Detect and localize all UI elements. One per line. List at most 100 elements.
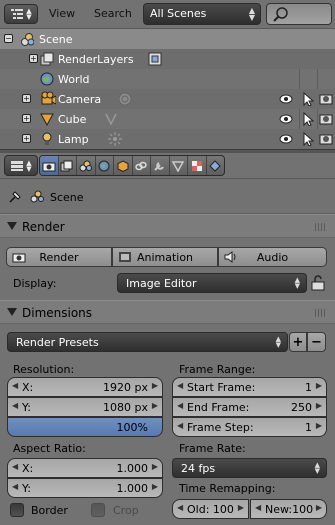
tab-modifiers[interactable] <box>151 156 170 175</box>
chevron-updown-icon: ▲ ▼ <box>294 276 300 290</box>
aspect-x-field[interactable]: ◀ X: 1.000 ▶ <box>7 458 163 478</box>
editor-type-button[interactable]: ▲ ▼ <box>4 155 38 176</box>
add-preset-button[interactable]: + <box>289 332 307 352</box>
select-cursor-icon[interactable] <box>301 92 315 106</box>
crop-checkbox[interactable] <box>91 503 105 517</box>
drag-grip-icon[interactable] <box>315 309 327 317</box>
outliner-header: ▲ ▼ View Search All Scenes ▲ ▼ <box>0 0 335 29</box>
render-layer-icon[interactable] <box>148 52 162 66</box>
increment-arrow-icon[interactable]: ▶ <box>316 381 322 390</box>
render-camera-icon[interactable] <box>319 132 333 146</box>
increment-arrow-icon[interactable]: ▶ <box>238 503 244 512</box>
expand-icon[interactable]: + <box>22 94 31 103</box>
visibility-eye-icon[interactable] <box>279 112 293 126</box>
lamp-data-icon[interactable] <box>108 132 122 146</box>
renderlayers-icon <box>60 160 73 171</box>
time-remap-new-field[interactable]: ◀ New:100 ▶ <box>250 499 327 519</box>
increment-arrow-icon[interactable]: ▶ <box>316 401 322 410</box>
end-frame-field[interactable]: ◀ End Frame: 250 ▶ <box>172 397 327 417</box>
dimensions-panel-body: Render Presets ▲ ▼ + − Resolution: ◀ X: 1… <box>0 324 335 525</box>
tab-material[interactable] <box>188 156 207 175</box>
remove-preset-button[interactable]: − <box>307 332 326 352</box>
increment-arrow-icon[interactable]: ▶ <box>316 503 322 512</box>
scene-icon <box>21 33 34 46</box>
frame-step-field[interactable]: ◀ Frame Step: 1 ▶ <box>172 417 327 437</box>
decrement-arrow-icon[interactable]: ◀ <box>12 462 18 471</box>
aspect-y-field[interactable]: ◀ Y: 1.000 ▶ <box>7 478 163 498</box>
render-camera-icon[interactable] <box>319 112 333 126</box>
tree-row-cube[interactable]: + Cube <box>0 109 335 129</box>
dimensions-panel-header[interactable]: Dimensions <box>0 300 335 324</box>
increment-arrow-icon[interactable]: ▶ <box>152 401 158 410</box>
resolution-label: Resolution: <box>13 363 75 376</box>
resolution-x-field[interactable]: ◀ X: 1920 px ▶ <box>7 377 163 397</box>
resolution-percentage-slider[interactable]: 100% <box>7 417 163 437</box>
select-cursor-icon[interactable] <box>301 132 315 146</box>
render-presets-dropdown[interactable]: Render Presets ▲ ▼ <box>7 332 288 352</box>
menu-search[interactable]: Search <box>94 7 132 20</box>
plus-icon: + <box>292 334 304 350</box>
expand-icon[interactable]: + <box>22 114 31 123</box>
decrement-arrow-icon[interactable]: ◀ <box>177 401 183 410</box>
resolution-y-field[interactable]: ◀ Y: 1080 px ▶ <box>7 397 163 417</box>
tab-constraints[interactable] <box>133 156 151 175</box>
increment-arrow-icon[interactable]: ▶ <box>316 421 322 430</box>
decrement-arrow-icon[interactable]: ◀ <box>12 401 18 410</box>
render-button[interactable]: Render <box>6 247 112 267</box>
editor-type-button[interactable]: ▲ ▼ <box>4 4 38 24</box>
border-checkbox[interactable] <box>10 503 24 517</box>
drag-grip-icon[interactable] <box>315 223 327 231</box>
tree-label-renderlayers: RenderLayers <box>58 53 134 66</box>
aspect-x-value: 1.000 <box>116 462 149 475</box>
increment-arrow-icon[interactable]: ▶ <box>152 381 158 390</box>
expand-icon[interactable]: + <box>22 134 31 143</box>
tab-render-layers[interactable] <box>59 156 77 175</box>
frame-rate-label: Frame Rate: <box>179 442 246 455</box>
mesh-data-icon[interactable] <box>104 112 118 126</box>
animation-button[interactable]: Animation <box>112 247 218 267</box>
decrement-arrow-icon[interactable]: ◀ <box>12 482 18 491</box>
camera-data-icon[interactable] <box>118 92 132 106</box>
decrement-arrow-icon[interactable]: ◀ <box>177 421 183 430</box>
tree-row-world[interactable]: World <box>0 69 335 89</box>
decrement-arrow-icon[interactable]: ◀ <box>12 381 18 390</box>
menu-view[interactable]: View <box>49 7 75 20</box>
time-remap-old-field[interactable]: ◀ Old: 100 ▶ <box>172 499 249 519</box>
decrement-arrow-icon[interactable]: ◀ <box>255 503 261 512</box>
decrement-arrow-icon[interactable]: ◀ <box>177 381 183 390</box>
outliner-tree: − Scene + RenderLayers World + Camera + … <box>0 29 335 149</box>
collapse-icon[interactable]: − <box>4 34 13 43</box>
start-frame-field[interactable]: ◀ Start Frame: 1 ▶ <box>172 377 327 397</box>
tab-object[interactable] <box>114 156 133 175</box>
increment-arrow-icon[interactable]: ▶ <box>152 462 158 471</box>
tree-row-lamp[interactable]: + Lamp <box>0 129 335 149</box>
decrement-arrow-icon[interactable]: ◀ <box>177 503 183 512</box>
outliner-search-input[interactable] <box>266 3 332 25</box>
tree-row-scene[interactable]: − Scene <box>0 29 335 49</box>
display-label: Display: <box>13 277 57 290</box>
select-cursor-icon[interactable] <box>301 112 315 126</box>
tab-world[interactable] <box>96 156 114 175</box>
lock-icon[interactable] <box>310 275 326 291</box>
chevron-updown-icon: ▲ ▼ <box>26 158 32 173</box>
tab-data[interactable] <box>170 156 188 175</box>
render-panel-header[interactable]: Render <box>0 214 335 238</box>
frame-rate-dropdown[interactable]: 24 fps ▲ ▼ <box>172 458 327 478</box>
pin-icon[interactable] <box>8 190 22 204</box>
tab-scene[interactable] <box>77 156 96 175</box>
audio-button[interactable]: Audio <box>218 247 327 267</box>
display-dropdown[interactable]: Image Editor ▲ ▼ <box>117 273 307 293</box>
increment-arrow-icon[interactable]: ▶ <box>152 482 158 491</box>
camera-object-icon <box>41 91 56 105</box>
time-remap-new-value: New:100 <box>265 503 314 516</box>
end-frame-key: End Frame: <box>187 401 250 414</box>
tree-row-renderlayers[interactable]: + RenderLayers <box>0 49 335 69</box>
tab-texture[interactable] <box>207 156 225 175</box>
tree-row-camera[interactable]: + Camera <box>0 89 335 109</box>
scene-filter-dropdown[interactable]: All Scenes ▲ ▼ <box>143 3 261 25</box>
visibility-eye-icon[interactable] <box>279 132 293 146</box>
render-camera-icon[interactable] <box>319 92 333 106</box>
expand-icon[interactable]: + <box>29 54 38 63</box>
visibility-eye-icon[interactable] <box>279 92 293 106</box>
tab-render[interactable] <box>40 156 59 175</box>
